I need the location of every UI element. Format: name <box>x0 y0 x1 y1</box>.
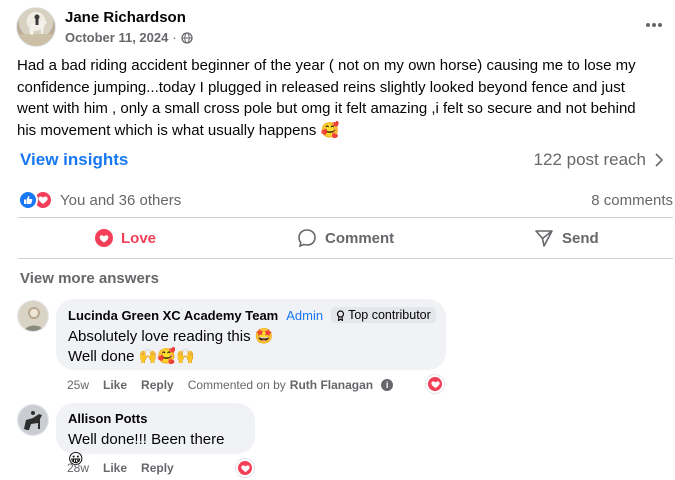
view-more-answers-link[interactable]: View more answers <box>20 270 159 287</box>
heart-icon <box>95 229 113 247</box>
post-reach-label: 122 post reach <box>533 150 646 169</box>
commented-on-prefix: Commented on by <box>187 378 286 392</box>
info-icon[interactable]: i <box>381 379 394 391</box>
comment-meta-row: 28w Like Reply <box>67 461 174 475</box>
comment-love-reaction-icon[interactable] <box>236 459 254 477</box>
commented-on-by: Commented on by Ruth Flanagan i <box>187 378 394 392</box>
comment-age[interactable]: 28w <box>67 461 89 475</box>
post-header: Jane Richardson October 11, 2024 · <box>16 7 666 51</box>
comment-text: Absolutely love reading this 🤩 <box>68 328 274 345</box>
post-reach-link[interactable]: 122 post reach <box>534 150 664 170</box>
comment-button[interactable]: Comment <box>297 227 394 249</box>
view-insights-link[interactable]: View insights <box>20 150 128 170</box>
comment-love-reaction-icon[interactable] <box>426 375 444 393</box>
love-button-label: Love <box>121 229 157 247</box>
insights-row: View insights 122 post reach <box>20 147 670 173</box>
reactors-summary[interactable]: You and 36 others <box>60 192 181 209</box>
comment-bubble-icon <box>298 229 316 248</box>
post-date[interactable]: October 11, 2024 <box>65 30 168 45</box>
commenter-photo-icon <box>18 301 48 331</box>
chevron-right-icon <box>655 153 664 167</box>
comment-text: Well done 🙌🥰🙌 <box>68 348 195 365</box>
comment-bubble: Lucinda Green XC Academy Team Admin Top … <box>56 299 446 370</box>
comment-reply-button[interactable]: Reply <box>141 378 174 392</box>
horse-silhouette-icon <box>18 405 48 435</box>
comment-like-button[interactable]: Like <box>103 378 127 392</box>
horse-rider-photo-icon <box>17 14 55 46</box>
comment-author-name[interactable]: Allison Potts <box>68 411 147 426</box>
send-button-label: Send <box>562 229 599 247</box>
like-reaction-icon <box>18 190 38 210</box>
globe-icon[interactable] <box>181 31 193 44</box>
comment-like-button[interactable]: Like <box>103 461 127 475</box>
post-author-name[interactable]: Jane Richardson <box>65 9 186 26</box>
reactions-summary: You and 36 others 8 comments <box>18 189 673 211</box>
more-options-button[interactable] <box>642 15 666 35</box>
more-dots-icon <box>646 23 662 27</box>
top-contributor-label: Top contributor <box>348 308 431 322</box>
comment-age[interactable]: 25w <box>67 378 89 392</box>
award-icon <box>336 309 345 321</box>
author-avatar[interactable] <box>16 7 56 47</box>
comment-author-row: Allison Potts <box>68 411 243 426</box>
commented-on-name[interactable]: Ruth Flanagan <box>290 378 373 392</box>
comment-author-row: Lucinda Green XC Academy Team Admin Top … <box>68 307 436 323</box>
comment-avatar[interactable] <box>17 300 49 332</box>
comment-author-name[interactable]: Lucinda Green XC Academy Team <box>68 308 278 323</box>
comment-reply-button[interactable]: Reply <box>141 461 174 475</box>
comment-avatar[interactable] <box>17 404 49 436</box>
post-meta: October 11, 2024 · <box>65 30 193 45</box>
admin-badge: Admin <box>286 307 324 323</box>
love-button[interactable]: Love <box>95 227 156 249</box>
send-arrow-icon <box>535 230 553 247</box>
top-contributor-badge: Top contributor <box>331 307 436 323</box>
reaction-icons[interactable] <box>18 190 53 210</box>
divider <box>18 217 673 218</box>
post-actions: Love Comment Send <box>18 220 673 256</box>
comment-meta-row: 25w Like Reply Commented on by Ruth Flan… <box>67 378 394 392</box>
send-button[interactable]: Send <box>534 227 599 249</box>
meta-separator: · <box>172 30 177 45</box>
comment-bubble: Allison Potts Well done!!! Been there 😀 <box>56 403 255 468</box>
comments-count[interactable]: 8 comments <box>591 192 673 209</box>
divider <box>18 258 673 259</box>
post-body-text: Had a bad riding accident beginner of th… <box>17 57 636 139</box>
comment-button-label: Comment <box>325 229 395 247</box>
